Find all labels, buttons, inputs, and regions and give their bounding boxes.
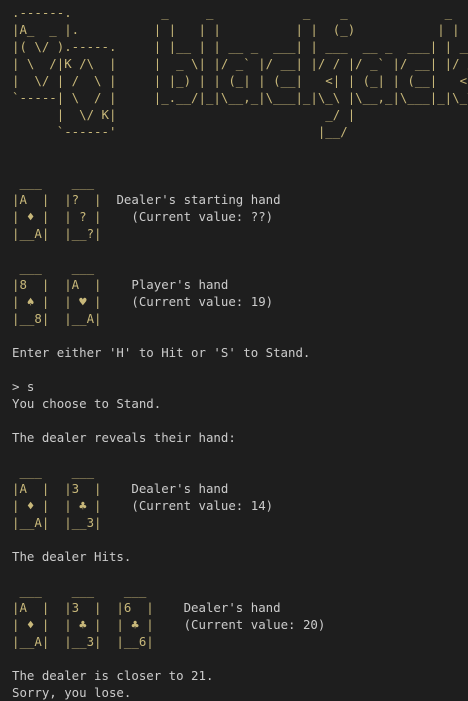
hand-row: | ♦ | | ♣ | (Current value: 14) (12, 497, 468, 514)
hand-row: ___ ___ (12, 463, 468, 480)
card-art: |A | |? | (12, 192, 102, 207)
hand-label (102, 209, 117, 224)
hand-label (154, 617, 169, 632)
hand-row: |__A| |__3| (12, 514, 468, 531)
hand-row: |A | |3 | |6 | Dealer's hand (12, 599, 468, 616)
hand-title: Dealer's hand (168, 600, 281, 615)
card-art: |__A| |__?| (12, 226, 102, 241)
hand-title: Dealer's starting hand (116, 192, 281, 207)
card-art: ___ ___ ___ (12, 583, 147, 598)
card-art: |__A| |__3| (12, 515, 102, 530)
blackjack-logo-art: .------. _ _ _ _ _ |A_ _ |. | | | | | | … (12, 5, 468, 139)
player-hand: ___ ___ |8 | |A | Player's hand | ♠ | | … (12, 259, 468, 327)
card-art: | ♦ | | ? | (12, 209, 102, 224)
hand-row: |__A| |__3| |__6| (12, 633, 468, 650)
hand-row: ___ ___ (12, 174, 468, 191)
hand-label (102, 481, 117, 496)
card-art: |8 | |A | (12, 277, 102, 292)
hand-value: (Current value: ??) (116, 209, 274, 224)
hand-row: |A | |3 | Dealer's hand (12, 480, 468, 497)
hand-value: (Current value: 19) (116, 294, 274, 309)
hit-stand-prompt: Enter either 'H' to Hit or 'S' to Stand. (12, 345, 311, 360)
dealer-final-hand: ___ ___ ___ |A | |3 | |6 | Dealer's hand… (12, 582, 468, 650)
card-art: | ♦ | | ♣ | (12, 498, 102, 513)
hand-row: | ♦ | | ♣ | | ♣ | (Current value: 20) (12, 616, 468, 633)
hand-row: | ♦ | | ? | (Current value: ??) (12, 208, 468, 225)
card-art: |__A| |__3| |__6| (12, 634, 154, 649)
choice-message: You choose to Stand. (12, 396, 162, 411)
dealer-revealed-hand: ___ ___ |A | |3 | Dealer's hand | ♦ | | … (12, 463, 468, 531)
card-art: ___ ___ (12, 260, 95, 275)
hand-label (154, 600, 169, 615)
hit-message: The dealer Hits. (12, 549, 132, 564)
hand-row: |A | |? | Dealer's starting hand (12, 191, 468, 208)
lose-message: Sorry, you lose. (12, 685, 132, 700)
hand-label (102, 277, 117, 292)
hand-row: | ♠ | | ♥ | (Current value: 19) (12, 293, 468, 310)
hand-row: ___ ___ (12, 259, 468, 276)
hand-title: Dealer's hand (116, 481, 229, 496)
hand-label (102, 294, 117, 309)
card-art: |A | |3 | (12, 481, 102, 496)
terminal-window: .------. _ _ _ _ _ |A_ _ |. | | | | | | … (0, 0, 468, 700)
command-input[interactable]: > s (12, 378, 468, 395)
hand-label (102, 498, 117, 513)
hand-value: (Current value: 20) (168, 617, 326, 632)
hand-row: |__A| |__?| (12, 225, 468, 242)
hand-row: |8 | |A | Player's hand (12, 276, 468, 293)
hand-value: (Current value: 14) (116, 498, 274, 513)
hand-title: Player's hand (116, 277, 229, 292)
reveal-message: The dealer reveals their hand: (12, 430, 236, 445)
card-art: | ♦ | | ♣ | | ♣ | (12, 617, 154, 632)
card-art: |__8| |__A| (12, 311, 102, 326)
card-art: |A | |3 | |6 | (12, 600, 154, 615)
hand-label (102, 192, 117, 207)
dealer-starting-hand: ___ ___ |A | |? | Dealer's starting hand… (12, 174, 468, 242)
card-art: | ♠ | | ♥ | (12, 294, 102, 309)
result-message: The dealer is closer to 21. (12, 668, 214, 683)
hand-row: ___ ___ ___ (12, 582, 468, 599)
card-art: ___ ___ (12, 175, 95, 190)
card-art: ___ ___ (12, 464, 95, 479)
hand-row: |__8| |__A| (12, 310, 468, 327)
